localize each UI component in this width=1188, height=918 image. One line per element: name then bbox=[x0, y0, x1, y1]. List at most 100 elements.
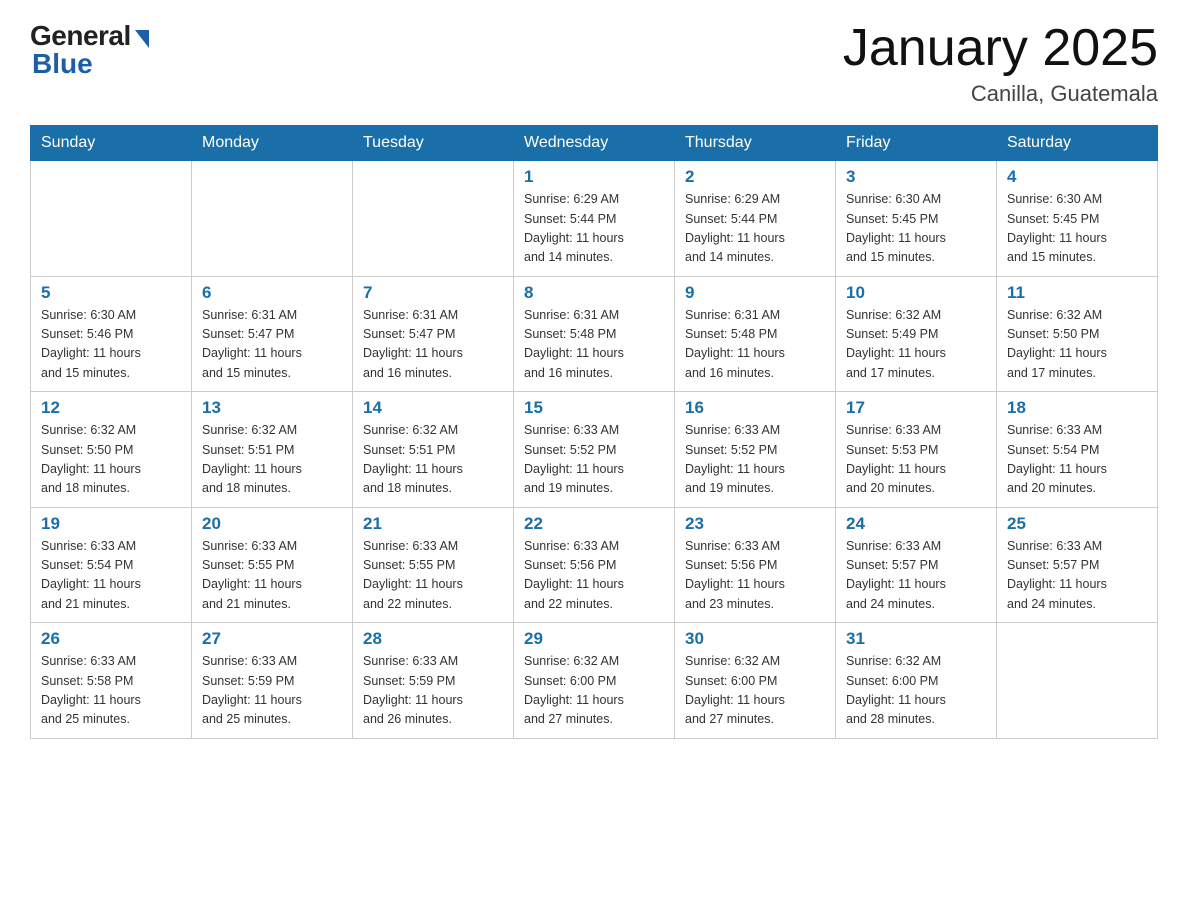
calendar-cell: 9 Sunrise: 6:31 AMSunset: 5:48 PMDaylight… bbox=[675, 276, 836, 392]
weekday-header-saturday: Saturday bbox=[997, 126, 1158, 161]
calendar-cell: 10Sunrise: 6:32 AMSunset: 5:49 PMDayligh… bbox=[836, 276, 997, 392]
day-number: 29 bbox=[524, 629, 664, 649]
day-number: 25 bbox=[1007, 514, 1147, 534]
weekday-header-wednesday: Wednesday bbox=[514, 126, 675, 161]
day-info: Sunrise: 6:31 AMSunset: 5:47 PMDaylight:… bbox=[202, 306, 342, 384]
day-number: 22 bbox=[524, 514, 664, 534]
day-info: Sunrise: 6:33 AMSunset: 5:52 PMDaylight:… bbox=[685, 421, 825, 499]
day-number: 3 bbox=[846, 167, 986, 187]
day-number: 21 bbox=[363, 514, 503, 534]
title-area: January 2025 Canilla, Guatemala bbox=[843, 20, 1158, 107]
logo: General Blue bbox=[30, 20, 149, 80]
day-number: 5 bbox=[41, 283, 181, 303]
weekday-header-sunday: Sunday bbox=[31, 126, 192, 161]
calendar-cell bbox=[997, 623, 1158, 739]
day-info: Sunrise: 6:31 AMSunset: 5:48 PMDaylight:… bbox=[524, 306, 664, 384]
day-info: Sunrise: 6:30 AMSunset: 5:45 PMDaylight:… bbox=[1007, 190, 1147, 268]
day-number: 12 bbox=[41, 398, 181, 418]
calendar-cell: 22 Sunrise: 6:33 AMSunset: 5:56 PMDayligh… bbox=[514, 507, 675, 623]
day-number: 2 bbox=[685, 167, 825, 187]
day-number: 20 bbox=[202, 514, 342, 534]
calendar-cell: 8 Sunrise: 6:31 AMSunset: 5:48 PMDaylight… bbox=[514, 276, 675, 392]
logo-arrow-icon bbox=[135, 30, 149, 48]
day-info: Sunrise: 6:33 AMSunset: 5:55 PMDaylight:… bbox=[202, 537, 342, 615]
calendar-cell: 4Sunrise: 6:30 AMSunset: 5:45 PMDaylight… bbox=[997, 161, 1158, 277]
day-info: Sunrise: 6:33 AMSunset: 5:57 PMDaylight:… bbox=[1007, 537, 1147, 615]
location-title: Canilla, Guatemala bbox=[843, 81, 1158, 107]
day-info: Sunrise: 6:29 AMSunset: 5:44 PMDaylight:… bbox=[685, 190, 825, 268]
day-info: Sunrise: 6:32 AMSunset: 6:00 PMDaylight:… bbox=[846, 652, 986, 730]
calendar-cell: 23 Sunrise: 6:33 AMSunset: 5:56 PMDayligh… bbox=[675, 507, 836, 623]
day-number: 11 bbox=[1007, 283, 1147, 303]
day-number: 14 bbox=[363, 398, 503, 418]
day-number: 9 bbox=[685, 283, 825, 303]
day-info: Sunrise: 6:32 AMSunset: 5:50 PMDaylight:… bbox=[1007, 306, 1147, 384]
page-header: General Blue January 2025 Canilla, Guate… bbox=[30, 20, 1158, 107]
calendar-cell: 25 Sunrise: 6:33 AMSunset: 5:57 PMDayligh… bbox=[997, 507, 1158, 623]
day-number: 31 bbox=[846, 629, 986, 649]
day-number: 15 bbox=[524, 398, 664, 418]
day-info: Sunrise: 6:30 AMSunset: 5:46 PMDaylight:… bbox=[41, 306, 181, 384]
calendar-cell: 28 Sunrise: 6:33 AMSunset: 5:59 PMDayligh… bbox=[353, 623, 514, 739]
calendar-cell: 19 Sunrise: 6:33 AMSunset: 5:54 PMDayligh… bbox=[31, 507, 192, 623]
calendar-cell: 5 Sunrise: 6:30 AMSunset: 5:46 PMDaylight… bbox=[31, 276, 192, 392]
logo-blue-text: Blue bbox=[32, 48, 93, 80]
day-info: Sunrise: 6:30 AMSunset: 5:45 PMDaylight:… bbox=[846, 190, 986, 268]
day-info: Sunrise: 6:31 AMSunset: 5:48 PMDaylight:… bbox=[685, 306, 825, 384]
weekday-header-thursday: Thursday bbox=[675, 126, 836, 161]
day-number: 16 bbox=[685, 398, 825, 418]
calendar-cell bbox=[192, 161, 353, 277]
day-info: Sunrise: 6:33 AMSunset: 5:57 PMDaylight:… bbox=[846, 537, 986, 615]
day-number: 17 bbox=[846, 398, 986, 418]
day-info: Sunrise: 6:31 AMSunset: 5:47 PMDaylight:… bbox=[363, 306, 503, 384]
calendar-cell: 14 Sunrise: 6:32 AMSunset: 5:51 PMDayligh… bbox=[353, 392, 514, 508]
day-number: 27 bbox=[202, 629, 342, 649]
calendar-cell: 3 Sunrise: 6:30 AMSunset: 5:45 PMDaylight… bbox=[836, 161, 997, 277]
calendar-cell: 16 Sunrise: 6:33 AMSunset: 5:52 PMDayligh… bbox=[675, 392, 836, 508]
day-number: 28 bbox=[363, 629, 503, 649]
day-info: Sunrise: 6:33 AMSunset: 5:59 PMDaylight:… bbox=[363, 652, 503, 730]
calendar-cell: 15 Sunrise: 6:33 AMSunset: 5:52 PMDayligh… bbox=[514, 392, 675, 508]
day-number: 1 bbox=[524, 167, 664, 187]
day-number: 26 bbox=[41, 629, 181, 649]
day-info: Sunrise: 6:29 AMSunset: 5:44 PMDaylight:… bbox=[524, 190, 664, 268]
day-number: 6 bbox=[202, 283, 342, 303]
calendar-table: SundayMondayTuesdayWednesdayThursdayFrid… bbox=[30, 125, 1158, 739]
day-info: Sunrise: 6:33 AMSunset: 5:55 PMDaylight:… bbox=[363, 537, 503, 615]
calendar-cell: 30Sunrise: 6:32 AMSunset: 6:00 PMDayligh… bbox=[675, 623, 836, 739]
calendar-cell: 21 Sunrise: 6:33 AMSunset: 5:55 PMDayligh… bbox=[353, 507, 514, 623]
weekday-header-monday: Monday bbox=[192, 126, 353, 161]
day-number: 19 bbox=[41, 514, 181, 534]
day-info: Sunrise: 6:33 AMSunset: 5:54 PMDaylight:… bbox=[1007, 421, 1147, 499]
calendar-cell: 1 Sunrise: 6:29 AMSunset: 5:44 PMDaylight… bbox=[514, 161, 675, 277]
calendar-cell: 31 Sunrise: 6:32 AMSunset: 6:00 PMDayligh… bbox=[836, 623, 997, 739]
day-info: Sunrise: 6:33 AMSunset: 5:52 PMDaylight:… bbox=[524, 421, 664, 499]
day-info: Sunrise: 6:33 AMSunset: 5:56 PMDaylight:… bbox=[685, 537, 825, 615]
calendar-cell bbox=[353, 161, 514, 277]
day-info: Sunrise: 6:32 AMSunset: 5:51 PMDaylight:… bbox=[202, 421, 342, 499]
calendar-cell: 2 Sunrise: 6:29 AMSunset: 5:44 PMDaylight… bbox=[675, 161, 836, 277]
day-number: 7 bbox=[363, 283, 503, 303]
day-number: 18 bbox=[1007, 398, 1147, 418]
day-info: Sunrise: 6:33 AMSunset: 5:54 PMDaylight:… bbox=[41, 537, 181, 615]
calendar-cell: 27 Sunrise: 6:33 AMSunset: 5:59 PMDayligh… bbox=[192, 623, 353, 739]
day-info: Sunrise: 6:33 AMSunset: 5:56 PMDaylight:… bbox=[524, 537, 664, 615]
month-title: January 2025 bbox=[843, 20, 1158, 77]
day-info: Sunrise: 6:33 AMSunset: 5:53 PMDaylight:… bbox=[846, 421, 986, 499]
calendar-cell: 24 Sunrise: 6:33 AMSunset: 5:57 PMDayligh… bbox=[836, 507, 997, 623]
day-number: 13 bbox=[202, 398, 342, 418]
day-info: Sunrise: 6:32 AMSunset: 5:51 PMDaylight:… bbox=[363, 421, 503, 499]
calendar-cell: 29Sunrise: 6:32 AMSunset: 6:00 PMDayligh… bbox=[514, 623, 675, 739]
day-number: 30 bbox=[685, 629, 825, 649]
day-info: Sunrise: 6:33 AMSunset: 5:58 PMDaylight:… bbox=[41, 652, 181, 730]
calendar-cell: 17 Sunrise: 6:33 AMSunset: 5:53 PMDayligh… bbox=[836, 392, 997, 508]
calendar-cell: 13 Sunrise: 6:32 AMSunset: 5:51 PMDayligh… bbox=[192, 392, 353, 508]
calendar-cell: 12Sunrise: 6:32 AMSunset: 5:50 PMDayligh… bbox=[31, 392, 192, 508]
day-number: 23 bbox=[685, 514, 825, 534]
calendar-cell: 20 Sunrise: 6:33 AMSunset: 5:55 PMDayligh… bbox=[192, 507, 353, 623]
weekday-header-tuesday: Tuesday bbox=[353, 126, 514, 161]
calendar-cell: 26 Sunrise: 6:33 AMSunset: 5:58 PMDayligh… bbox=[31, 623, 192, 739]
day-number: 24 bbox=[846, 514, 986, 534]
day-info: Sunrise: 6:33 AMSunset: 5:59 PMDaylight:… bbox=[202, 652, 342, 730]
day-number: 8 bbox=[524, 283, 664, 303]
